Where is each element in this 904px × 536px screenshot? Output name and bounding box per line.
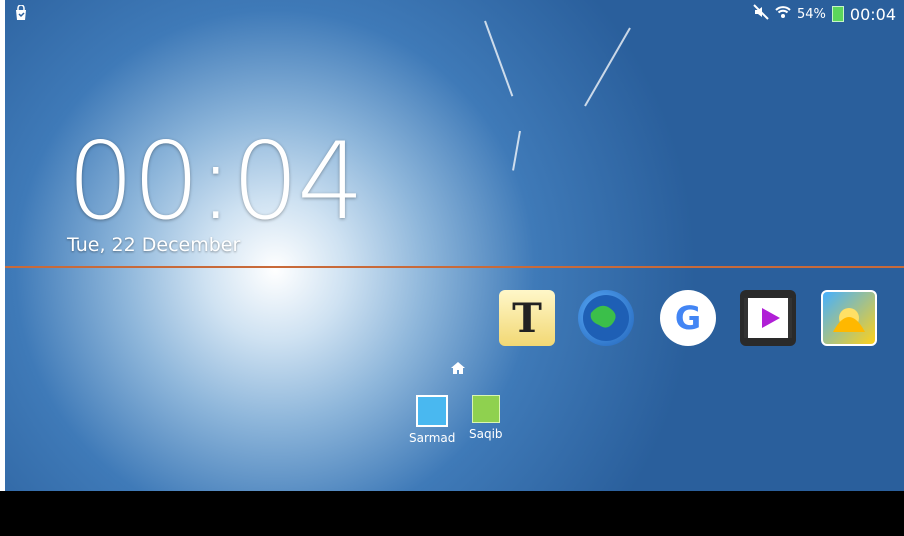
seed-decoration [584, 27, 631, 107]
contact-sarmad[interactable]: Sarmad [409, 395, 455, 445]
text-app-icon[interactable]: T [499, 290, 555, 346]
battery-percent: 54% [796, 6, 826, 22]
wifi-icon [775, 4, 791, 24]
navigation-bar [0, 491, 904, 536]
gallery-icon[interactable] [821, 290, 877, 346]
google-icon[interactable]: G [660, 290, 716, 346]
divider-line [5, 266, 904, 268]
contact-avatar [416, 395, 449, 427]
status-icons: 54% 00:04 [753, 4, 896, 24]
shopping-bag-icon[interactable] [13, 4, 29, 25]
globe-icon[interactable] [578, 290, 634, 346]
seed-decoration [512, 130, 521, 171]
status-time: 00:04 [849, 4, 896, 24]
home-icon[interactable] [450, 360, 466, 380]
contact-saqib[interactable]: Saqib [469, 395, 503, 441]
mute-icon [753, 4, 769, 24]
contact-label: Saqib [469, 427, 503, 441]
seed-decoration [484, 20, 514, 97]
lockscreen-clock: 00:04 [67, 120, 364, 243]
status-bar: 54% 00:04 [5, 0, 904, 28]
contact-avatar [471, 395, 500, 423]
video-icon[interactable] [740, 290, 796, 346]
wallpaper: 54% 00:04 00:04 Tue, 22 December T G Sar… [5, 0, 904, 491]
lockscreen-date: Tue, 22 December [67, 234, 241, 256]
contact-label: Sarmad [409, 431, 456, 445]
battery-icon [831, 6, 844, 22]
